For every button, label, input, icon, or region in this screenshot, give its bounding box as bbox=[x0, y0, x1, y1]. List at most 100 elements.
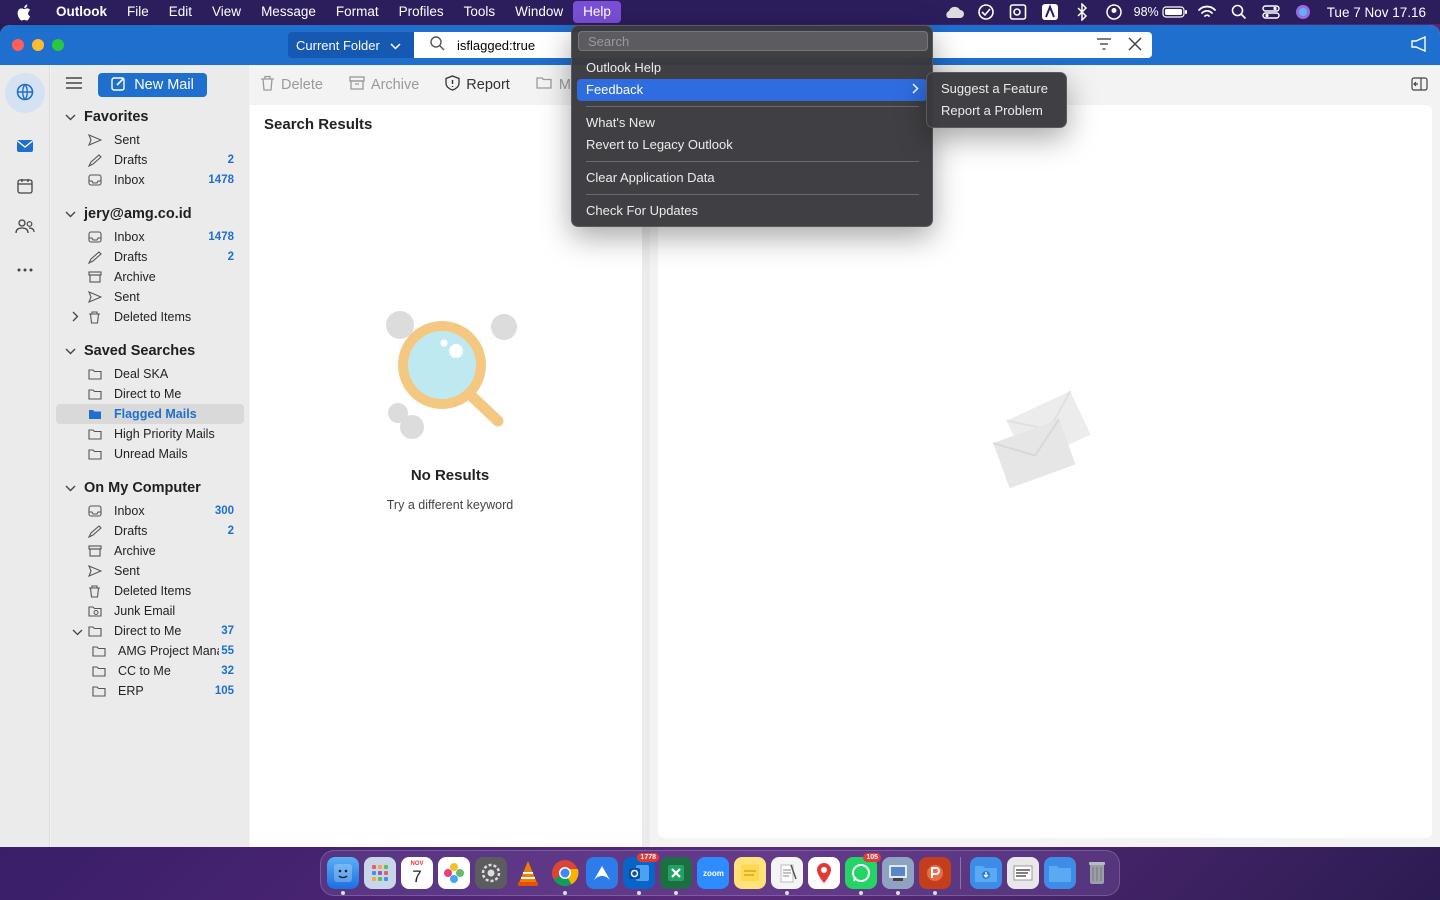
rail-item-more[interactable] bbox=[0, 247, 50, 287]
finder-icon[interactable] bbox=[327, 857, 359, 895]
group-account[interactable]: jery@amg.co.id bbox=[65, 206, 192, 222]
control-center-icon[interactable] bbox=[1255, 0, 1287, 24]
menu-file[interactable]: File bbox=[117, 0, 159, 24]
rail-item-calendar[interactable] bbox=[0, 167, 50, 207]
chrome-icon[interactable] bbox=[549, 857, 581, 895]
minimize-window-button[interactable] bbox=[32, 39, 44, 51]
rail-item-mail[interactable] bbox=[0, 127, 50, 167]
rail-item-people[interactable] bbox=[0, 207, 50, 247]
folder-item-account-deleted[interactable]: Deleted Items bbox=[56, 307, 244, 327]
apple-icon[interactable] bbox=[16, 4, 36, 21]
powerpoint-icon[interactable] bbox=[919, 857, 951, 895]
menu-profiles[interactable]: Profiles bbox=[389, 0, 454, 24]
photos-icon[interactable] bbox=[438, 857, 470, 889]
filter-icon[interactable] bbox=[1096, 37, 1112, 54]
menu-format[interactable]: Format bbox=[326, 0, 389, 24]
maps-icon[interactable] bbox=[808, 857, 840, 889]
calendar-app-icon[interactable]: NOV 7 bbox=[401, 857, 433, 889]
group-favorites[interactable]: Favorites bbox=[65, 109, 148, 125]
menu-item-revert-legacy[interactable]: Revert to Legacy Outlook bbox=[577, 134, 927, 156]
saved-search-high-priority[interactable]: High Priority Mails bbox=[56, 424, 244, 444]
folder-item-favorites-drafts[interactable]: Drafts 2 bbox=[56, 150, 244, 170]
local-subfolder-amg-project[interactable]: AMG Project Manag 55 bbox=[56, 641, 244, 661]
report-button[interactable]: Report bbox=[445, 75, 510, 95]
local-folder-sent[interactable]: Sent bbox=[56, 561, 244, 581]
stickies-icon[interactable] bbox=[734, 857, 766, 889]
font-app-icon[interactable] bbox=[1034, 0, 1066, 24]
local-subfolder-cc-to-me[interactable]: CC to Me 32 bbox=[56, 661, 244, 681]
downloads-folder-icon[interactable] bbox=[970, 857, 1002, 889]
zoom-window-button[interactable] bbox=[52, 39, 64, 51]
user-circle-icon[interactable] bbox=[1098, 0, 1130, 24]
trash-icon[interactable] bbox=[1081, 857, 1113, 889]
battery-icon[interactable] bbox=[1159, 0, 1191, 24]
bluetooth-icon[interactable] bbox=[1066, 0, 1098, 24]
new-mail-button[interactable]: New Mail bbox=[98, 73, 207, 97]
help-search-input[interactable] bbox=[579, 32, 927, 50]
zoom-icon[interactable]: zoom bbox=[697, 857, 729, 889]
chevron-right-icon[interactable] bbox=[72, 311, 79, 325]
move-button[interactable]: M bbox=[536, 76, 571, 94]
menu-view[interactable]: View bbox=[202, 0, 251, 24]
archive-button[interactable]: Archive bbox=[349, 76, 419, 94]
outlook-app-icon[interactable]: 1778 bbox=[623, 853, 659, 895]
menu-item-whats-new[interactable]: What's New bbox=[577, 112, 927, 134]
folder-item-favorites-inbox[interactable]: Inbox 1478 bbox=[56, 170, 244, 190]
delete-button[interactable]: Delete bbox=[260, 75, 323, 95]
local-folder-junk[interactable]: Junk Email bbox=[56, 601, 244, 621]
launchpad-icon[interactable] bbox=[364, 857, 396, 889]
menu-item-feedback[interactable]: Feedback bbox=[577, 79, 927, 101]
local-subfolder-erp[interactable]: ERP 105 bbox=[56, 681, 244, 701]
textedit-icon[interactable] bbox=[771, 857, 803, 895]
saved-search-flagged-mails[interactable]: Flagged Mails bbox=[56, 404, 244, 424]
system-settings-icon[interactable] bbox=[475, 857, 507, 889]
wifi-icon[interactable] bbox=[1191, 0, 1223, 24]
rail-item-accounts[interactable] bbox=[0, 73, 50, 113]
menubar-clock[interactable]: Tue 7 Nov 17.16 bbox=[1327, 5, 1426, 20]
menu-item-check-updates[interactable]: Check For Updates bbox=[577, 200, 927, 222]
local-folder-direct-to-me[interactable]: Direct to Me 37 bbox=[56, 621, 244, 641]
chevron-down-icon[interactable] bbox=[72, 625, 83, 639]
document-stack-icon[interactable] bbox=[1007, 857, 1039, 889]
submenu-report-problem[interactable]: Report a Problem bbox=[932, 100, 1062, 122]
menu-app-name[interactable]: Outlook bbox=[50, 0, 117, 24]
folder-item-account-drafts[interactable]: Drafts 2 bbox=[56, 247, 244, 267]
vlc-icon[interactable] bbox=[512, 857, 544, 889]
whatsapp-icon[interactable]: 105 bbox=[845, 853, 881, 895]
megaphone-icon[interactable] bbox=[1410, 35, 1428, 55]
group-saved-searches[interactable]: Saved Searches bbox=[65, 343, 195, 359]
submenu-suggest-feature[interactable]: Suggest a Feature bbox=[932, 78, 1062, 100]
menu-help[interactable]: Help bbox=[573, 1, 621, 23]
menu-window[interactable]: Window bbox=[505, 0, 573, 24]
folder-stack-icon[interactable] bbox=[1044, 857, 1076, 889]
spotlight-search-icon[interactable] bbox=[1223, 0, 1255, 24]
local-folder-drafts[interactable]: Drafts 2 bbox=[56, 521, 244, 541]
toggle-reading-pane-icon[interactable] bbox=[1411, 77, 1428, 94]
folder-item-favorites-sent[interactable]: Sent bbox=[56, 130, 244, 150]
menu-edit[interactable]: Edit bbox=[159, 0, 202, 24]
menu-tools[interactable]: Tools bbox=[454, 0, 506, 24]
group-on-my-computer[interactable]: On My Computer bbox=[65, 480, 201, 496]
folder-item-account-archive[interactable]: Archive bbox=[56, 267, 244, 287]
menu-message[interactable]: Message bbox=[251, 0, 326, 24]
menu-item-clear-data[interactable]: Clear Application Data bbox=[577, 167, 927, 189]
hamburger-menu-icon[interactable] bbox=[66, 77, 82, 92]
close-window-button[interactable] bbox=[12, 39, 24, 51]
siri-icon[interactable] bbox=[1287, 0, 1319, 24]
local-folder-archive[interactable]: Archive bbox=[56, 541, 244, 561]
preview-icon[interactable] bbox=[882, 857, 914, 895]
saved-search-direct-to-me[interactable]: Direct to Me bbox=[56, 384, 244, 404]
saved-search-unread-mails[interactable]: Unread Mails bbox=[56, 444, 244, 464]
local-folder-deleted[interactable]: Deleted Items bbox=[56, 581, 244, 601]
saved-search-deal-ska[interactable]: Deal SKA bbox=[56, 364, 244, 384]
search-scope-dropdown[interactable]: Current Folder bbox=[288, 32, 414, 58]
sync-icon[interactable] bbox=[970, 0, 1002, 24]
folder-item-account-inbox[interactable]: Inbox 1478 bbox=[56, 227, 244, 247]
close-icon[interactable] bbox=[1128, 37, 1142, 54]
menu-item-outlook-help[interactable]: Outlook Help bbox=[577, 57, 927, 79]
folder-item-account-sent[interactable]: Sent bbox=[56, 287, 244, 307]
excel-icon[interactable] bbox=[660, 857, 692, 895]
local-folder-inbox[interactable]: Inbox 300 bbox=[56, 501, 244, 521]
outlook-status-icon[interactable] bbox=[1002, 0, 1034, 24]
cloud-icon[interactable] bbox=[938, 0, 970, 24]
